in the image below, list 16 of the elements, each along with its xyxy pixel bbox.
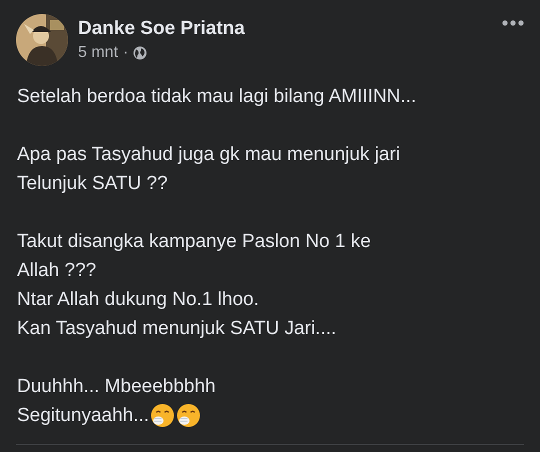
post-time[interactable]: 5 mnt (78, 44, 118, 62)
post-text-line: Kan Tasyahud menunjuk SATU Jari.... (17, 317, 336, 341)
post-text-line: Ntar Allah dukung No.1 lhoo. (17, 288, 259, 312)
post-text-line: Takut disangka kampanye Paslon No 1 ke (17, 230, 371, 254)
separator-dot: · (123, 44, 128, 62)
post-text-line: Telunjuk SATU ?? (17, 172, 168, 196)
author-name[interactable]: Danke Soe Priatna (78, 18, 492, 40)
post-text-line: Apa pas Tasyahud juga gk mau menunjuk jari (17, 143, 400, 167)
post-text-line: Segitunyaahh... (17, 404, 150, 428)
post-text-line: Allah ??? (17, 259, 96, 283)
more-options-icon[interactable] (502, 20, 524, 26)
post-text-line: Duuhhh... Mbeeebbbhh (17, 375, 216, 399)
post-text-line: Setelah berdoa tidak mau lagi bilang AMIIINN... (17, 85, 416, 109)
hand-over-mouth-emoji-icon (176, 403, 202, 428)
hand-over-mouth-emoji-icon (150, 403, 176, 428)
globe-icon (133, 46, 148, 60)
